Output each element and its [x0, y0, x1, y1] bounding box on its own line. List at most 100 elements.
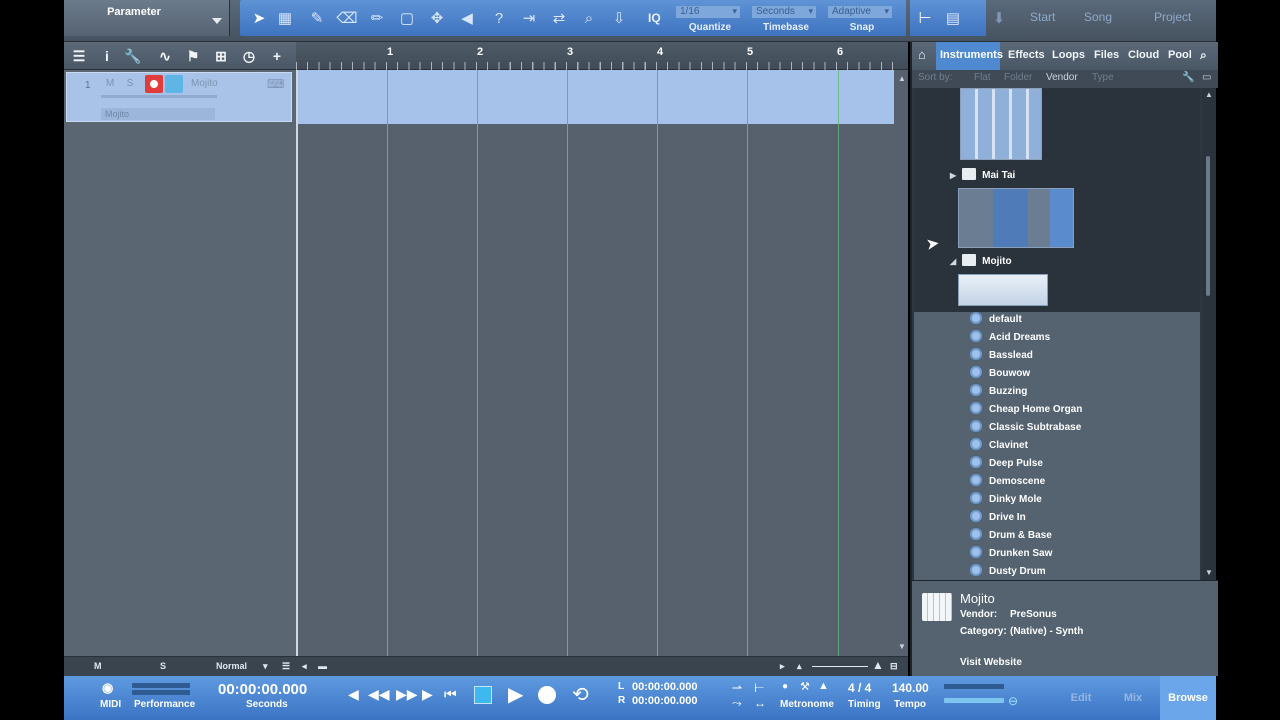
loop-end-time[interactable]: 00:00:00.000	[632, 695, 697, 707]
search-icon[interactable]: ⌕	[1200, 48, 1207, 63]
metronome-toggle-icon[interactable]: ●	[782, 681, 788, 692]
volume-fader[interactable]	[101, 95, 217, 98]
instrument-track[interactable]: 1 M S Mojito ⌨ Mojito	[66, 72, 292, 122]
sort-flat-button[interactable]: Flat	[974, 72, 991, 83]
track-name[interactable]: Mojito	[191, 78, 218, 89]
loop-button[interactable]: ⟲	[572, 682, 589, 707]
zoom-out-icon[interactable]: ▴	[797, 661, 802, 672]
preset-item[interactable]: Dinky Mole	[970, 491, 1042, 509]
expand-icon[interactable]: ▶	[950, 171, 956, 180]
preset-item[interactable]: Demoscene	[970, 473, 1045, 491]
preset-item[interactable]: Drum & Base	[970, 527, 1052, 545]
preroll-icon[interactable]: ↔	[754, 696, 766, 710]
collapse-icon[interactable]: ◢	[950, 257, 956, 266]
preset-item[interactable]: Classic Subtrabase	[970, 419, 1081, 437]
preset-item[interactable]: Cheap Home Organ	[970, 401, 1082, 419]
sort-folder-button[interactable]: Folder	[1004, 72, 1032, 83]
tab-instruments[interactable]: Instruments	[940, 49, 1003, 61]
zoom-icon[interactable]: ⌕	[576, 6, 602, 30]
return-to-zero-icon[interactable]: ⏮	[444, 686, 457, 703]
automation-icon[interactable]: ∿	[154, 46, 176, 66]
tempo-icon[interactable]: ◷	[238, 46, 260, 66]
tab-files[interactable]: Files	[1094, 49, 1119, 61]
autoscroll-icon[interactable]: ⇥	[516, 6, 542, 30]
scroll-thumb[interactable]	[1206, 156, 1210, 296]
view-toggle-icon[interactable]: ▭	[1202, 72, 1211, 83]
follow-icon[interactable]: ⇄	[546, 6, 572, 30]
bend-tool-icon[interactable]: ✥	[424, 6, 450, 30]
preset-item[interactable]: default	[970, 311, 1022, 329]
preset-item[interactable]: Drive In	[970, 509, 1026, 527]
chevron-down-icon[interactable]: ▾	[263, 661, 268, 672]
record-arm-button[interactable]	[145, 75, 163, 93]
iq-label[interactable]: IQ	[648, 11, 661, 25]
scroll-up-icon[interactable]: ▲	[1205, 90, 1213, 99]
preset-item[interactable]: Clavinet	[970, 437, 1028, 455]
time-display[interactable]: 00:00:00.000	[218, 681, 307, 698]
tab-pool[interactable]: Pool	[1168, 49, 1192, 61]
arrange-view[interactable]: ▲ ▼	[296, 70, 908, 656]
precount-icon[interactable]: ⇀	[732, 681, 742, 695]
folder-mojito[interactable]: ◢ Mojito	[950, 254, 1012, 267]
help-icon[interactable]: ?	[486, 6, 512, 30]
scroll-down-icon[interactable]: ▼	[898, 642, 906, 651]
arranger-icon[interactable]: ⊞	[210, 46, 232, 66]
preset-item[interactable]: Bouwow	[970, 365, 1030, 383]
eraser-tool-icon[interactable]: ⌫	[334, 6, 360, 30]
solo-button[interactable]: S	[121, 75, 139, 93]
wrench-icon[interactable]: ⚒	[800, 680, 810, 693]
view-mix-button[interactable]: Mix	[1108, 676, 1158, 720]
page-song-button[interactable]: Song	[1084, 10, 1112, 24]
preset-item[interactable]: Dusty Drum	[970, 563, 1046, 580]
sort-vendor-button[interactable]: Vendor	[1046, 72, 1078, 83]
home-icon[interactable]: ⌂	[918, 47, 926, 62]
mute-tool-icon[interactable]: ▢	[394, 6, 420, 30]
sort-type-button[interactable]: Type	[1092, 72, 1114, 83]
keyboard-icon[interactable]: ⌨	[267, 77, 284, 91]
metronome-icon[interactable]: ▲	[818, 680, 829, 692]
fast-forward-icon[interactable]: ▶▶	[396, 686, 418, 703]
tempo-value[interactable]: 140.00	[892, 681, 929, 695]
autopunch-icon[interactable]: ⤳	[732, 696, 742, 711]
record-button[interactable]	[538, 686, 556, 704]
wrench-icon[interactable]: 🔧	[1182, 72, 1194, 83]
console-toggle-icon[interactable]: ▤	[940, 6, 966, 30]
zoom-slider[interactable]	[812, 666, 868, 667]
tab-loops[interactable]: Loops	[1052, 49, 1085, 61]
view-edit-button[interactable]: Edit	[1056, 676, 1106, 720]
global-mute-button[interactable]: M	[94, 661, 102, 671]
preset-item[interactable]: Buzzing	[970, 383, 1027, 401]
loop-right-icon[interactable]: ▶	[422, 686, 433, 703]
visit-website-link[interactable]: Visit Website	[960, 657, 1022, 668]
preset-item[interactable]: Drunken Saw	[970, 545, 1052, 563]
list-icon[interactable]: ☰	[282, 661, 290, 672]
download-icon[interactable]: ⬇	[986, 6, 1012, 30]
page-project-button[interactable]: Project	[1154, 10, 1191, 24]
preset-item[interactable]: Deep Pulse	[970, 455, 1043, 473]
link-icon[interactable]: ⊖	[1008, 694, 1018, 708]
loop-start-time[interactable]: 00:00:00.000	[632, 681, 697, 693]
inspector-icon[interactable]: i	[96, 46, 118, 66]
zoom-in-icon[interactable]: ▲	[872, 658, 884, 672]
scroll-thumb[interactable]: ▬	[318, 661, 327, 671]
paint-tool-icon[interactable]: ✏	[364, 6, 390, 30]
marker-icon[interactable]: ⚑	[182, 46, 204, 66]
preset-item[interactable]: Basslead	[970, 347, 1033, 365]
preset-item[interactable]: Acid Dreams	[970, 329, 1050, 347]
loop-left-icon[interactable]: ◀	[348, 686, 359, 703]
inspector-toggle-icon[interactable]: ⊢	[912, 6, 938, 30]
track-list-icon[interactable]: ☰	[68, 46, 90, 66]
stop-button[interactable]	[474, 686, 492, 704]
parameter-dropdown[interactable]: Parameter	[64, 0, 230, 36]
punch-icon[interactable]: ⊢	[754, 681, 764, 695]
monitor-button[interactable]	[165, 75, 183, 93]
vertical-scrollbar[interactable]: ▲ ▼	[896, 70, 908, 656]
tab-cloud[interactable]: Cloud	[1128, 49, 1159, 61]
scroll-up-icon[interactable]: ▲	[898, 74, 906, 83]
scroll-right-icon[interactable]: ▸	[780, 661, 785, 672]
scroll-down-icon[interactable]: ▼	[1205, 568, 1213, 577]
add-track-icon[interactable]: +	[266, 46, 288, 66]
time-signature[interactable]: 4 / 4	[848, 681, 871, 695]
rewind-icon[interactable]: ◀◀	[368, 686, 390, 703]
instrument-select[interactable]: Mojito	[101, 108, 215, 120]
